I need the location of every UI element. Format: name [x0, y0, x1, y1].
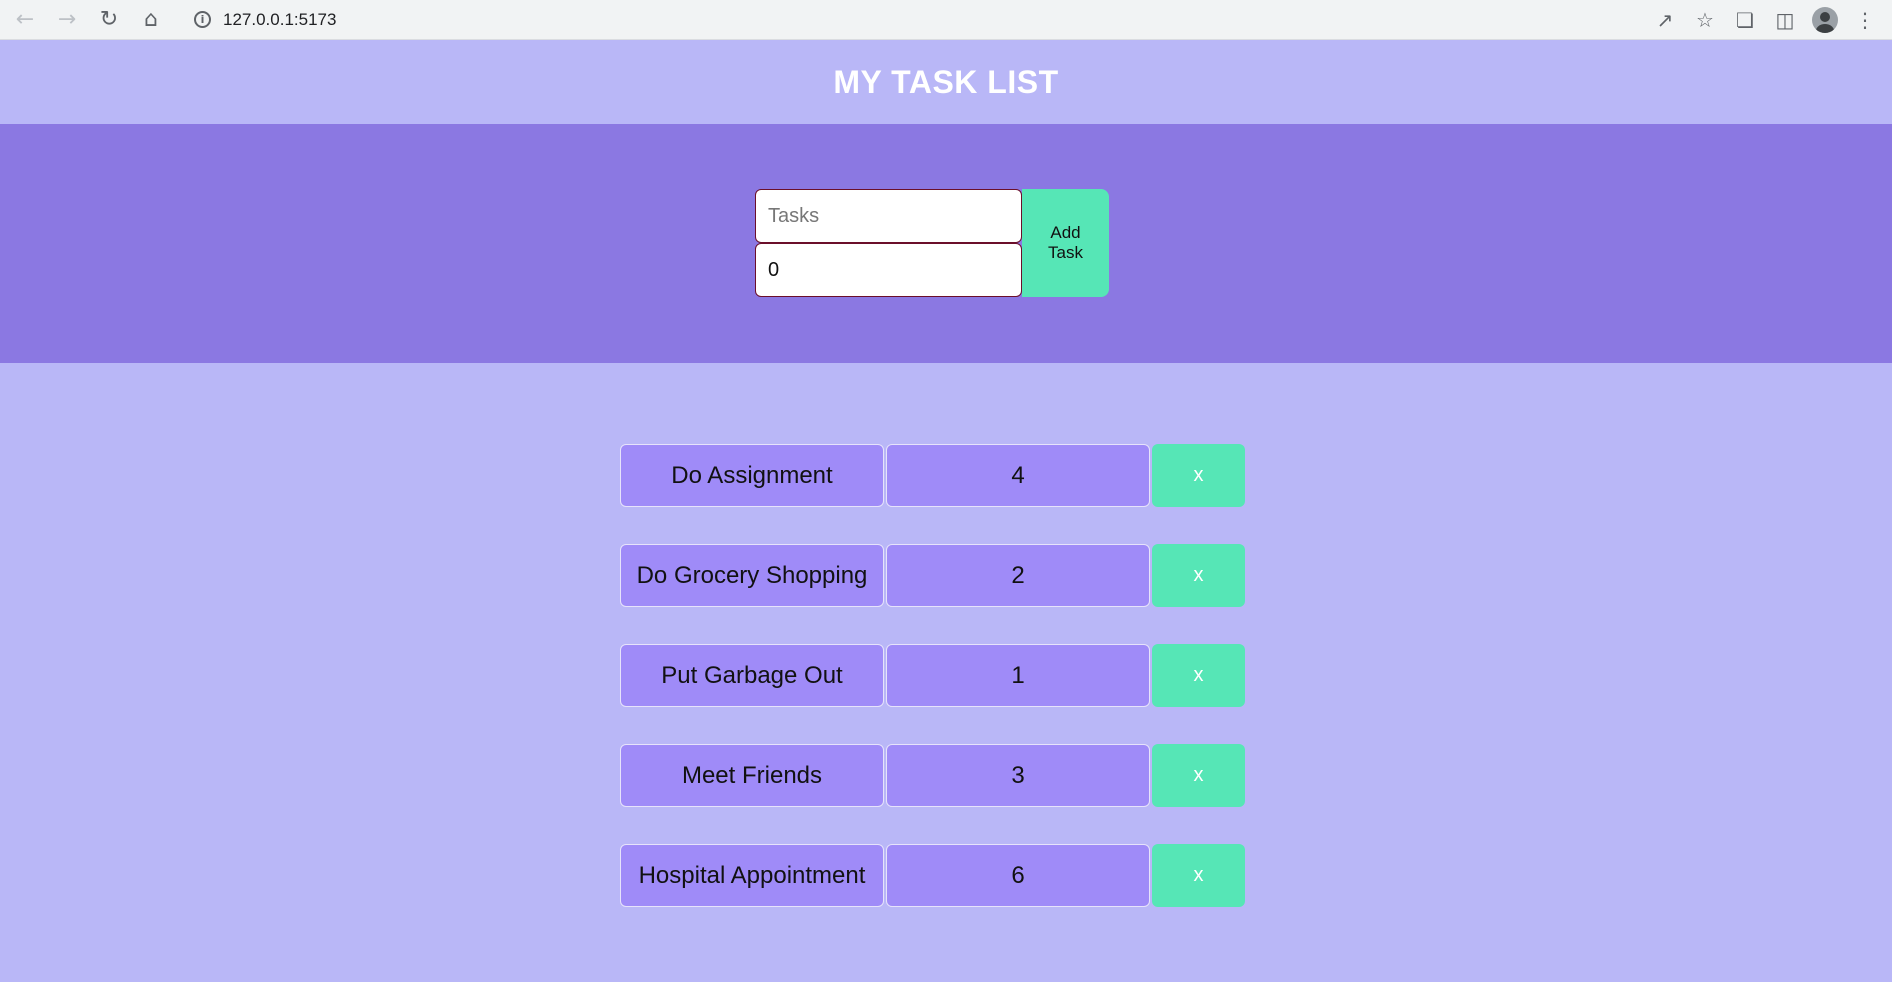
app-header: MY TASK LIST	[0, 40, 1892, 124]
task-name: Put Garbage Out	[620, 644, 884, 707]
page-title: MY TASK LIST	[833, 63, 1059, 100]
address-url: 127.0.0.1:5173	[223, 9, 337, 29]
browser-toolbar: ← → ↻ ⌂ i 127.0.0.1:5173 ↗ ☆ ❏ ◫ ⋮	[0, 0, 1892, 40]
back-arrow-icon[interactable]: ←	[6, 3, 44, 37]
task-list: Do Assignment 4 x Do Grocery Shopping 2 …	[620, 444, 1245, 907]
task-row: Meet Friends 3 x	[620, 744, 1245, 807]
task-name: Meet Friends	[620, 744, 884, 807]
side-panel-icon[interactable]: ◫	[1768, 3, 1802, 37]
menu-kebab-icon[interactable]: ⋮	[1848, 3, 1882, 37]
form-inputs	[755, 189, 1022, 297]
delete-task-button[interactable]: x	[1152, 744, 1245, 807]
priority-input[interactable]	[755, 243, 1022, 297]
task-value: 2	[886, 544, 1150, 607]
task-row: Do Grocery Shopping 2 x	[620, 544, 1245, 607]
address-bar[interactable]: i 127.0.0.1:5173	[182, 2, 1692, 37]
task-name: Hospital Appointment	[620, 844, 884, 907]
forward-arrow-icon[interactable]: →	[48, 3, 86, 37]
task-input[interactable]	[755, 189, 1022, 243]
task-value: 1	[886, 644, 1150, 707]
share-icon[interactable]: ↗	[1648, 3, 1682, 37]
task-row: Hospital Appointment 6 x	[620, 844, 1245, 907]
profile-avatar-icon[interactable]	[1808, 3, 1842, 37]
task-name: Do Assignment	[620, 444, 884, 507]
task-value: 4	[886, 444, 1150, 507]
delete-task-button[interactable]: x	[1152, 544, 1245, 607]
reload-icon[interactable]: ↻	[90, 3, 128, 37]
task-row: Do Assignment 4 x	[620, 444, 1245, 507]
add-task-form-section: Add Task	[0, 124, 1892, 363]
delete-task-button[interactable]: x	[1152, 844, 1245, 907]
task-row: Put Garbage Out 1 x	[620, 644, 1245, 707]
task-value: 6	[886, 844, 1150, 907]
delete-task-button[interactable]: x	[1152, 444, 1245, 507]
bookmark-star-icon[interactable]: ☆	[1688, 3, 1722, 37]
home-icon[interactable]: ⌂	[132, 3, 170, 37]
site-info-icon[interactable]: i	[194, 11, 211, 28]
browser-actions: ↗ ☆ ❏ ◫ ⋮	[1648, 0, 1882, 40]
delete-task-button[interactable]: x	[1152, 644, 1245, 707]
add-task-button[interactable]: Add Task	[1022, 189, 1109, 297]
extensions-puzzle-icon[interactable]: ❏	[1728, 3, 1762, 37]
task-value: 3	[886, 744, 1150, 807]
add-task-form: Add Task	[755, 189, 1109, 297]
task-name: Do Grocery Shopping	[620, 544, 884, 607]
